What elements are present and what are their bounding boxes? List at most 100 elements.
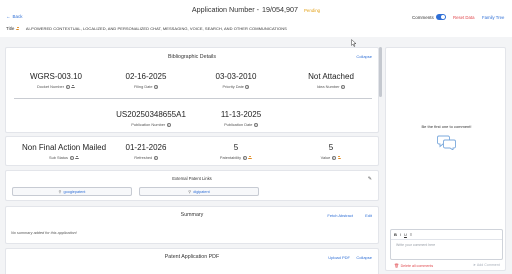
info-icon[interactable]: i [253,122,258,127]
info-icon[interactable]: i [341,84,345,89]
docket-number-field: WGRS-003.10 Docket Number i [16,72,96,89]
idea-number-label: Idea Number [317,84,340,89]
idea-number-field: Not Attached Idea Number i [286,72,376,89]
info-icon[interactable]: i [153,155,158,160]
info-icon[interactable]: i [154,84,159,89]
refreshed-label: Refreshed [134,155,153,160]
info-icon[interactable]: i [65,84,70,89]
person-orange-icon [248,155,252,160]
filing-date-label: Filing Date [133,84,153,89]
title-row: Title AI-POWERED CONTEXTUAL, LOCALIZED, … [6,26,287,31]
divider [391,239,502,240]
summary-heading: Summary [180,212,204,218]
value-field: 5 Value i [286,143,376,160]
scrollbar[interactable] [379,47,382,97]
status-badge: Pending [303,8,321,13]
person-icon [75,155,79,160]
summary-empty-text: No summary added for this application! [11,231,77,235]
comment-editor[interactable]: B I U ≡ Write your comment here [390,229,503,260]
patentability-field: 5 Patentability i [196,143,276,160]
upload-pdf-button[interactable]: Upload PDF [328,255,350,260]
page-title: Application Number - 19/054,907 Pending [0,5,512,14]
patent-pdf-heading: Patent Application PDF [164,254,220,260]
link-icon: ⚲ [188,189,192,194]
title-value: AI-POWERED CONTEXTUAL, LOCALIZED, AND PE… [25,26,287,31]
sub-status-label: Sub Status [48,155,69,160]
refreshed-field: 01-21-2026 Refreshed i [106,143,186,160]
docket-number-value: WGRS-003.10 [29,72,83,81]
italic-button[interactable]: I [400,232,401,237]
priority-date-label: Priority Date [222,84,244,89]
value-value: 5 [328,143,334,152]
digipatent-link[interactable]: ⚲ digipatent [139,187,259,196]
comments-panel: Be the first one to comment! B I U ≡ Wri… [385,47,506,271]
link-icon: ⚲ [58,189,62,194]
priority-date-field: 03-03-2010 Priority Date i [196,72,276,89]
arrow-left-icon: ← [6,14,11,19]
publication-date-value: 11-13-2025 [220,110,262,119]
publication-number-field: US20250348655A1 Publication Number i [106,110,196,127]
app-title-label: Application Number - [191,5,259,14]
top-bar: ← Back Application Number - 19/054,907 P… [0,0,512,37]
app-number: 19/054,907 [262,5,298,14]
edit-pencil-icon[interactable]: ✎ [368,176,372,182]
add-comment-label: Add Comment [476,263,500,267]
external-links-heading: External Patent Links [172,176,212,181]
googlepatent-link[interactable]: ⚲ googlepatent [12,187,132,196]
patent-pdf-card: Patent Application PDF Upload PDF Collap… [5,248,379,274]
external-links-card: External Patent Links ✎ ⚲ googlepatent ⚲… [5,170,379,201]
list-button[interactable]: ≡ [410,232,412,237]
delete-all-comments-button[interactable]: 🗑 Delete all comments [394,263,433,268]
publication-date-label: Publication Date [224,122,253,127]
trash-icon: 🗑 [394,263,400,268]
comments-toggle[interactable] [436,14,446,20]
underline-button[interactable]: U [404,232,407,237]
info-icon[interactable]: i [69,155,74,160]
publication-date-field: 11-13-2025 Publication Date i [201,110,281,127]
publication-number-label: Publication Number [131,122,166,127]
back-link[interactable]: ← Back [6,14,23,19]
comments-empty-text: Be the first one to comment! [421,124,472,129]
edit-summary-button[interactable]: Edit [365,213,372,218]
docket-number-label: Docket Number [36,84,65,89]
person-orange-icon [337,155,341,160]
collapse-pdf-button[interactable]: Collapse [356,255,372,260]
bold-button[interactable]: B [394,232,397,237]
comment-input[interactable]: Write your comment here [396,243,435,247]
googlepatent-label: googlepatent [63,189,86,194]
sub-status-value: Non Final Action Mailed [21,143,107,152]
editor-toolbar: B I U ≡ [394,232,412,237]
idea-number-value: Not Attached [308,72,354,81]
title-label: Title [6,26,15,31]
refreshed-value: 01-21-2026 [125,143,167,152]
value-label: Value [320,155,331,160]
person-icon [16,26,20,31]
summary-card: Summary Fetch Abstract Edit No summary a… [5,206,379,244]
digipatent-label: digipatent [193,189,210,194]
back-label: Back [12,14,23,19]
filing-date-field: 02-16-2025 Filing Date i [106,72,186,89]
fetch-abstract-button[interactable]: Fetch Abstract [327,213,353,218]
mouse-cursor-icon [351,39,357,47]
collapse-button[interactable]: Collapse [356,54,372,59]
info-icon[interactable]: i [245,84,250,89]
info-icon[interactable]: i [331,155,336,160]
person-icon [71,84,75,89]
priority-date-value: 03-03-2010 [215,72,257,81]
add-comment-button[interactable]: ➤ Add Comment [473,263,500,267]
reset-data-button[interactable]: Reset Data [453,15,475,20]
patentability-label: Patentability [219,155,242,160]
chat-bubbles-icon [437,135,456,150]
publication-number-value: US20250348655A1 [116,110,186,119]
bibliographic-heading: Bibliographic Details [168,54,216,60]
info-icon[interactable]: i [166,122,171,127]
divider [14,98,372,99]
info-icon[interactable]: i [242,155,247,160]
filing-date-value: 02-16-2025 [125,72,167,81]
patentability-value: 5 [233,143,239,152]
family-tree-button[interactable]: Family Tree [482,15,504,20]
status-card: Non Final Action Mailed Sub Status i 01-2… [5,136,379,166]
sub-status-field: Non Final Action Mailed Sub Status i [14,143,114,160]
delete-all-label: Delete all comments [400,263,434,268]
comments-toggle-label: Comments [412,15,434,20]
